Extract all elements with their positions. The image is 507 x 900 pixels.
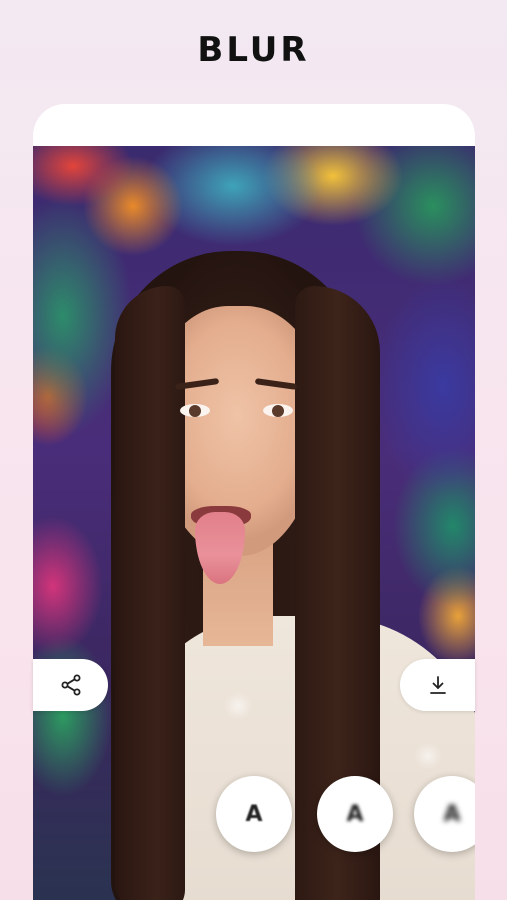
blur-level-label: A xyxy=(346,801,364,827)
blur-level-2-button[interactable]: A xyxy=(317,776,393,852)
blur-level-label: A xyxy=(443,801,461,827)
blur-level-selector: A A A xyxy=(0,0,475,900)
blur-level-3-button[interactable]: A xyxy=(414,776,475,852)
blur-level-1-button[interactable]: A xyxy=(216,776,292,852)
blur-level-label: A xyxy=(245,801,263,827)
